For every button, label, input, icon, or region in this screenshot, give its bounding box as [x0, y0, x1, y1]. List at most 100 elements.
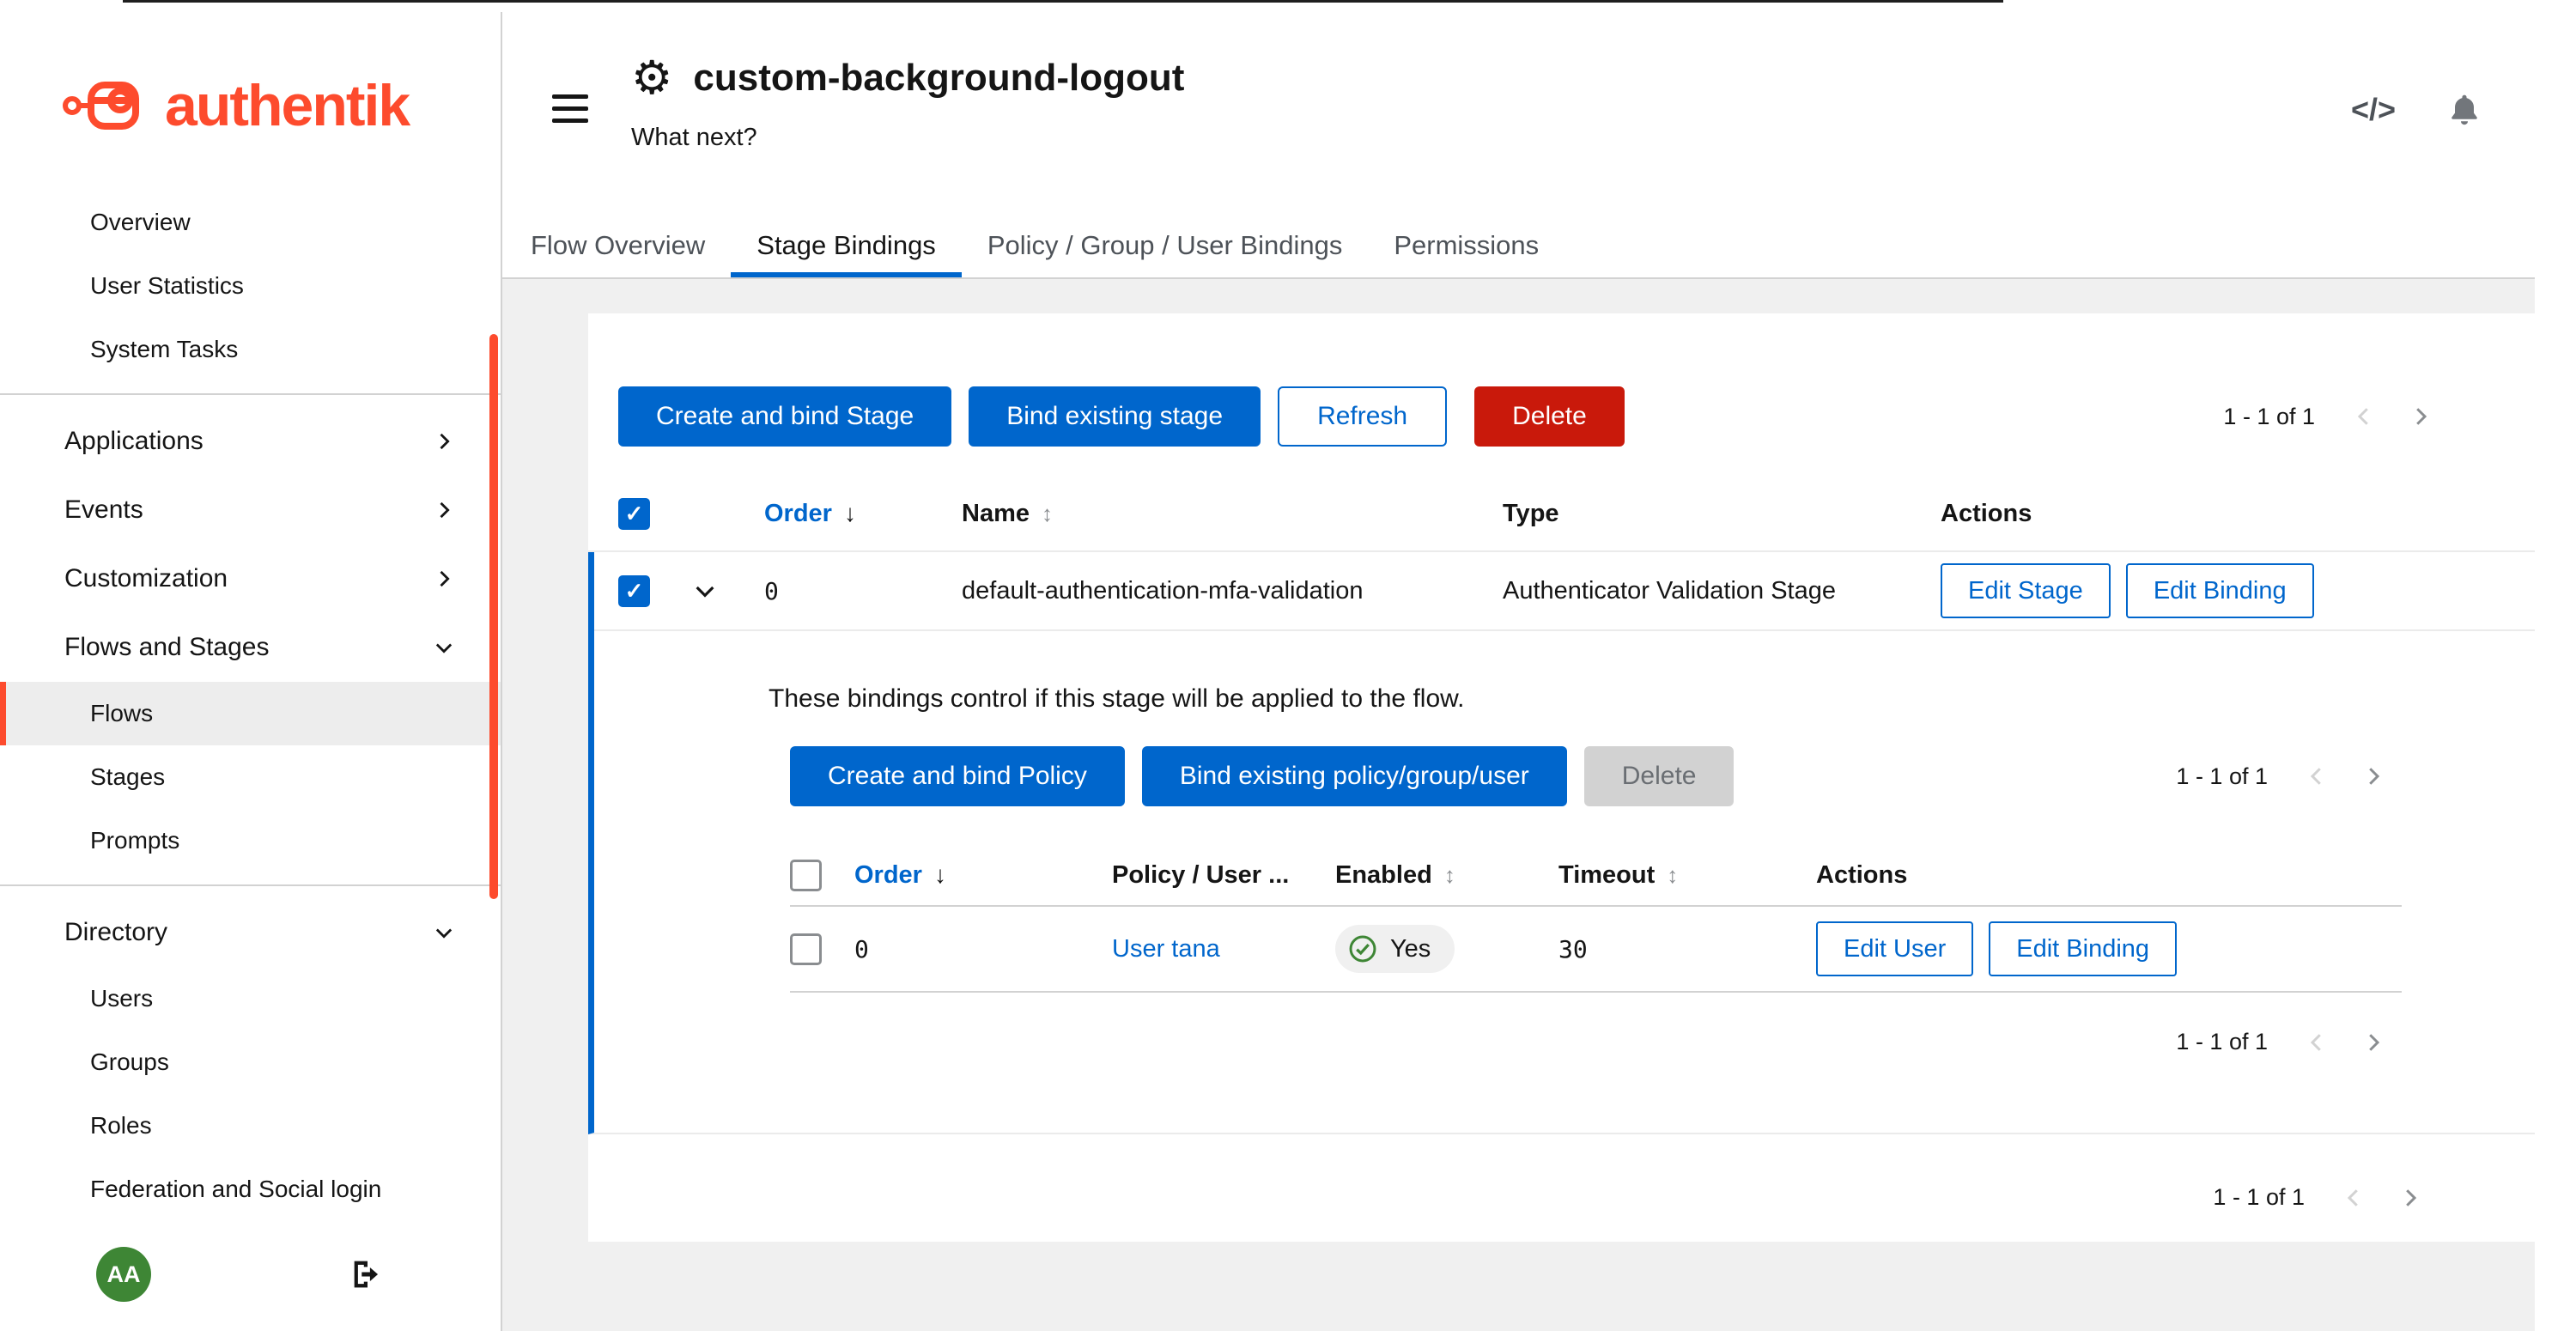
pagination-prev-button[interactable]	[2325, 1185, 2382, 1211]
sidebar-item-customization[interactable]: Customization	[0, 544, 501, 613]
sidebar-divider	[0, 393, 501, 395]
bind-existing-policy-button[interactable]: Bind existing policy/group/user	[1142, 746, 1567, 806]
menu-toggle-button[interactable]	[552, 94, 588, 123]
row-checkbox[interactable]: ✓	[618, 575, 650, 607]
pagination-next-button[interactable]	[2392, 404, 2449, 429]
binding-row-timeout: 30	[1558, 935, 1816, 963]
chevron-left-icon	[2304, 763, 2330, 789]
sidebar-item-flows[interactable]: Flows	[0, 682, 501, 745]
logout-icon[interactable]	[348, 1255, 387, 1294]
stage-row-name: default-authentication-mfa-validation	[962, 577, 1503, 605]
user-avatar[interactable]: AA	[96, 1247, 151, 1302]
select-all-checkbox[interactable]	[790, 860, 822, 891]
sidebar-item-users[interactable]: Users	[0, 967, 501, 1030]
sidebar-divider	[0, 884, 501, 886]
stage-toolbar: Create and bind Stage Bind existing stag…	[588, 313, 2535, 477]
chevron-right-icon	[432, 429, 456, 453]
enabled-badge-label: Yes	[1390, 935, 1431, 963]
edit-stage-button[interactable]: Edit Stage	[1941, 563, 2111, 618]
column-header-policy: Policy / User ...	[1112, 861, 1289, 890]
sidebar-item-events[interactable]: Events	[0, 476, 501, 544]
sidebar-item-label: System Tasks	[90, 336, 238, 363]
authentik-logo[interactable]: authentik	[0, 12, 501, 168]
sort-icon: ↕	[1444, 862, 1455, 889]
column-header-order[interactable]: Order	[854, 861, 922, 890]
delete-button[interactable]: Delete	[1474, 386, 1625, 447]
sort-icon: ↕	[1042, 501, 1053, 527]
sidebar-item-label: Flows	[90, 700, 153, 727]
bindings-pagination: 1 - 1 of 1	[2176, 763, 2402, 790]
sidebar-item-applications[interactable]: Applications	[0, 407, 501, 476]
chevron-right-icon	[432, 567, 456, 591]
sidebar: authentik Overview User Statistics Syste…	[0, 12, 502, 1331]
binding-policy-link[interactable]: User tana	[1112, 935, 1220, 963]
edit-binding-button[interactable]: Edit Binding	[1989, 921, 2177, 976]
sidebar-nav: Overview User Statistics System Tasks Ap…	[0, 168, 501, 1221]
tab-stage-bindings[interactable]: Stage Bindings	[731, 214, 962, 277]
bindings-delete-button: Delete	[1584, 746, 1735, 806]
sort-desc-icon: ↓	[934, 861, 946, 889]
window-border-line	[123, 0, 2003, 3]
sidebar-item-label: Users	[90, 985, 153, 1012]
header-actions: </>	[2351, 91, 2483, 129]
pagination-prev-button[interactable]	[2288, 763, 2345, 789]
pagination-label: 1 - 1 of 1	[2176, 1029, 2268, 1055]
binding-table-row: 0 User tana Yes	[790, 907, 2402, 993]
row-checkbox[interactable]	[790, 933, 822, 965]
create-and-bind-stage-button[interactable]: Create and bind Stage	[618, 386, 951, 447]
enabled-badge: Yes	[1335, 925, 1455, 973]
sidebar-item-label: Groups	[90, 1048, 169, 1076]
bindings-description: These bindings control if this stage wil…	[769, 684, 2402, 714]
sidebar-item-roles[interactable]: Roles	[0, 1094, 501, 1158]
sidebar-item-user-statistics[interactable]: User Statistics	[0, 254, 501, 318]
column-header-name[interactable]: Name	[962, 500, 1030, 528]
sidebar-item-stages[interactable]: Stages	[0, 745, 501, 809]
bind-existing-stage-button[interactable]: Bind existing stage	[969, 386, 1261, 447]
edit-user-button[interactable]: Edit User	[1816, 921, 1973, 976]
edit-binding-button[interactable]: Edit Binding	[2126, 563, 2314, 618]
stage-row-order: 0	[764, 577, 962, 605]
column-header-order[interactable]: Order	[764, 500, 832, 528]
notifications-button[interactable]	[2445, 91, 2483, 129]
sidebar-item-directory[interactable]: Directory	[0, 898, 501, 967]
column-header-enabled[interactable]: Enabled	[1335, 861, 1432, 890]
chevron-down-icon	[432, 921, 456, 945]
pagination-label: 1 - 1 of 1	[2213, 1184, 2305, 1211]
api-code-icon[interactable]: </>	[2351, 92, 2396, 128]
column-header-timeout[interactable]: Timeout	[1558, 861, 1655, 890]
pagination-next-button[interactable]	[2345, 1030, 2402, 1055]
pagination-next-button[interactable]	[2382, 1185, 2439, 1211]
sidebar-subnav-directory: Users Groups Roles Federation and Social…	[0, 967, 501, 1221]
pagination-prev-button[interactable]	[2336, 404, 2392, 429]
refresh-button[interactable]: Refresh	[1278, 386, 1447, 447]
row-expander-chevron-down-icon[interactable]	[691, 577, 719, 605]
bindings-toolbar: Create and bind Policy Bind existing pol…	[790, 746, 2402, 806]
window-top-edge	[0, 0, 2576, 12]
tab-policy-group-user-bindings[interactable]: Policy / Group / User Bindings	[962, 214, 1369, 277]
chevron-right-icon	[2360, 763, 2386, 789]
create-and-bind-policy-button[interactable]: Create and bind Policy	[790, 746, 1125, 806]
sidebar-item-flows-and-stages[interactable]: Flows and Stages	[0, 613, 501, 682]
sidebar-scrollbar[interactable]	[489, 334, 498, 899]
pagination-next-button[interactable]	[2345, 763, 2402, 789]
sidebar-item-label: Prompts	[90, 827, 179, 854]
tab-permissions[interactable]: Permissions	[1368, 214, 1564, 277]
bindings-table-header: Order ↓ Policy / User ... Enabled ↕ Timeou…	[790, 845, 2402, 907]
sidebar-item-label: Stages	[90, 763, 165, 791]
sidebar-item-prompts[interactable]: Prompts	[0, 809, 501, 872]
page-subtitle: What next?	[631, 124, 1184, 152]
pagination-prev-button[interactable]	[2288, 1030, 2345, 1055]
sidebar-section-label: Customization	[64, 564, 228, 593]
sidebar-item-system-tasks[interactable]: System Tasks	[0, 318, 501, 381]
stage-bindings-panel: These bindings control if this stage wil…	[594, 631, 2535, 1133]
sidebar-item-federation[interactable]: Federation and Social login	[0, 1158, 501, 1221]
sidebar-item-overview[interactable]: Overview	[0, 191, 501, 254]
tab-flow-overview[interactable]: Flow Overview	[505, 214, 731, 277]
sidebar-subnav-flows: Flows Stages Prompts	[0, 682, 501, 872]
sidebar-item-label: User Statistics	[90, 272, 244, 300]
select-all-checkbox[interactable]: ✓	[618, 498, 650, 530]
stage-table-header: ✓ Order↓ Name↕ Type Actions	[588, 477, 2535, 552]
pagination-label: 1 - 1 of 1	[2223, 404, 2315, 430]
sidebar-item-label: Roles	[90, 1112, 152, 1140]
sidebar-item-groups[interactable]: Groups	[0, 1030, 501, 1094]
